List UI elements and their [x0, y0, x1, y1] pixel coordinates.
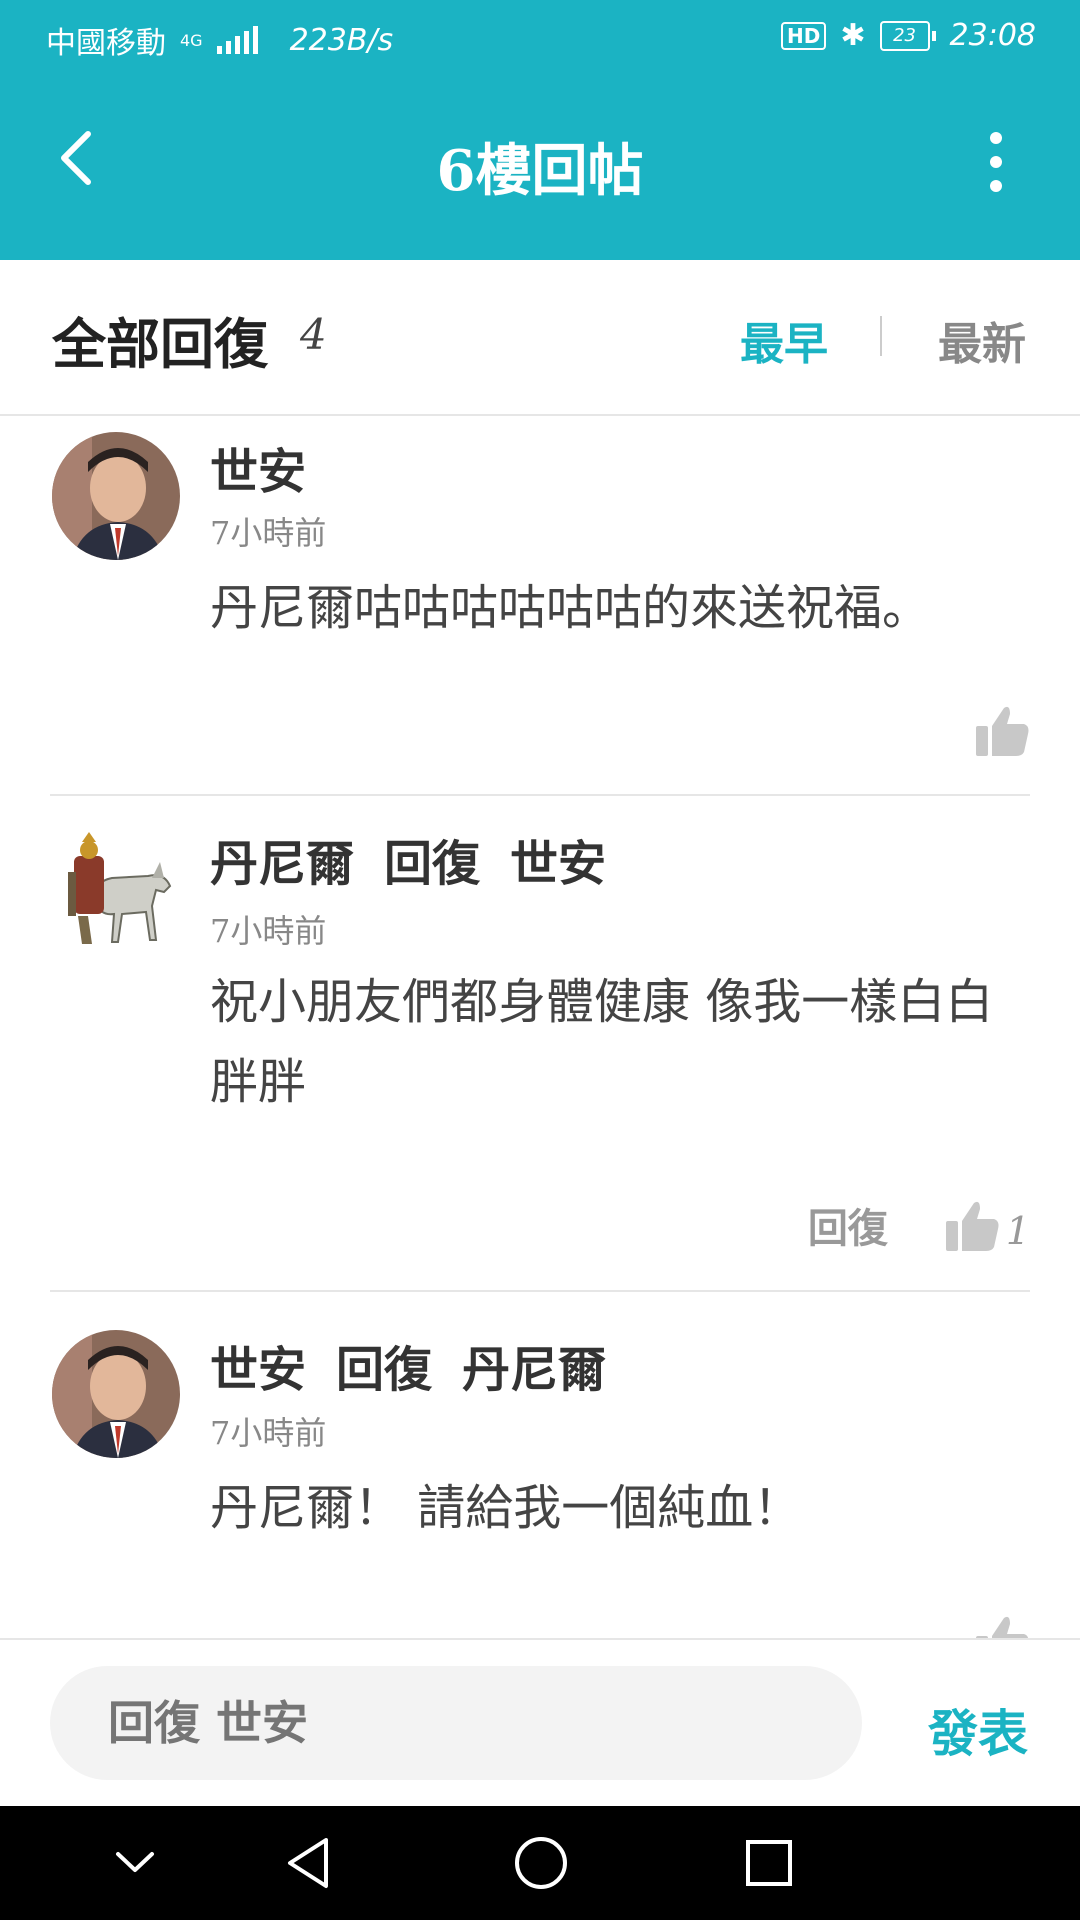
battery-level: 23: [879, 20, 930, 51]
reply-content: 祝小朋友們都身體健康 像我一樣白白胖胖: [210, 974, 994, 1110]
thumbs-up-icon: [945, 1201, 999, 1251]
reply-author: 丹尼爾 回復 世安: [210, 824, 606, 894]
app-bar: 6樓回帖: [0, 76, 1080, 260]
carrier-text: 中國移動: [46, 26, 166, 61]
reply-item: 丹尼爾 回復 世安 7小時前 祝小朋友們都身體健康 像我一樣白白胖胖 回復 1: [0, 796, 1080, 1292]
all-replies-heading: 全部回復: [52, 312, 268, 376]
recents-square-icon: [746, 1840, 792, 1886]
author-name[interactable]: 世安: [210, 444, 306, 500]
reply-author: 世安: [210, 432, 306, 502]
reply-count: 4: [300, 310, 327, 359]
chevron-down-icon: [116, 1852, 154, 1872]
nav-back-button[interactable]: [274, 1828, 344, 1898]
avatar[interactable]: [52, 432, 180, 560]
reply-time: 7小時前: [210, 912, 327, 950]
send-button[interactable]: 發表: [928, 1694, 1028, 1766]
author-name[interactable]: 世安: [210, 1342, 306, 1398]
sort-earliest-tab[interactable]: 最早: [740, 308, 828, 372]
avatar[interactable]: [52, 832, 180, 960]
reply-verb: 回復: [336, 1342, 433, 1398]
thumbs-up-icon: [976, 1616, 1029, 1638]
reply-time: 7小時前: [210, 1414, 327, 1452]
like-button[interactable]: [974, 1612, 1030, 1638]
hd-badge: HD: [781, 21, 827, 50]
system-nav-bar: [0, 1806, 1080, 1920]
reply-input[interactable]: [50, 1666, 862, 1780]
network-speed: 223B/s: [289, 22, 394, 58]
signal-icon: [216, 26, 258, 54]
reply-target-name[interactable]: 世安: [510, 836, 606, 892]
author-name[interactable]: 丹尼爾: [210, 836, 354, 892]
like-button[interactable]: 1: [944, 1197, 1030, 1253]
reply-actions: [974, 1612, 1030, 1638]
reply-item: 世安 回復 丹尼爾 7小時前 丹尼爾！ 請給我一個純血！: [0, 1292, 1080, 1638]
like-button[interactable]: [974, 702, 1030, 758]
nav-recents-button[interactable]: [734, 1828, 804, 1898]
more-menu-button[interactable]: [984, 132, 1008, 192]
avatar[interactable]: [52, 1330, 180, 1458]
reply-actions: 回復 1: [808, 1196, 1030, 1254]
like-count: 1: [1005, 1209, 1030, 1253]
reply-author: 世安 回復 丹尼爾: [210, 1330, 606, 1400]
reply-verb: 回復: [384, 836, 481, 892]
bluetooth-icon: ✱: [840, 18, 866, 53]
sort-latest-tab[interactable]: 最新: [938, 308, 1026, 372]
reply-content: 丹尼爾咕咕咕咕咕咕的來送祝福。: [210, 580, 931, 636]
reply-list[interactable]: 世安 7小時前 丹尼爾咕咕咕咕咕咕的來送祝福。 丹尼爾 回復 世安 7小時前 祝…: [0, 416, 1080, 1638]
network-type: 4G: [180, 30, 203, 50]
thumbs-up-icon: [976, 706, 1029, 756]
reply-actions: [974, 702, 1030, 758]
clock: 23:08: [949, 18, 1036, 53]
more-vertical-icon: [990, 132, 1002, 144]
home-circle-icon: [515, 1837, 567, 1889]
battery-icon: 23: [879, 20, 936, 51]
nav-collapse-button[interactable]: [100, 1828, 170, 1898]
reply-item: 世安 7小時前 丹尼爾咕咕咕咕咕咕的來送祝福。: [0, 416, 1080, 796]
sort-divider: [880, 316, 882, 356]
reply-content: 丹尼爾！ 請給我一個純血！: [210, 1480, 802, 1536]
page-title: 6樓回帖: [436, 138, 644, 204]
reply-target-name[interactable]: 丹尼爾: [462, 1342, 606, 1398]
status-bar: 中國移動 4G 223B/s HD ✱ 23 23:08: [0, 0, 1080, 76]
nav-home-button[interactable]: [506, 1828, 576, 1898]
reply-composer: 發表: [0, 1638, 1080, 1808]
replies-header: 全部回復 4 最早 最新: [0, 260, 1080, 416]
reply-time: 7小時前: [210, 514, 327, 552]
reply-button[interactable]: 回復: [808, 1196, 888, 1254]
back-triangle-icon: [288, 1838, 328, 1888]
